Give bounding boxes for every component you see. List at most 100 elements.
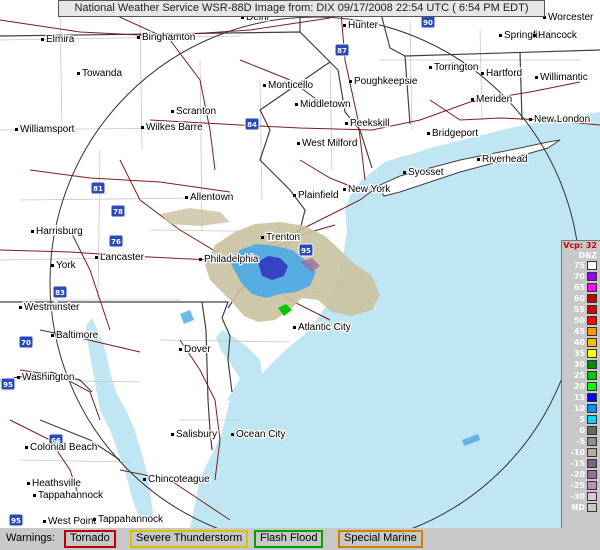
legend-row: 20 xyxy=(562,381,600,392)
city-marker xyxy=(293,194,296,197)
city-label: York xyxy=(56,260,77,271)
city-label: Trenton xyxy=(266,232,300,243)
city-label: Syosset xyxy=(408,167,444,178)
city-marker xyxy=(293,326,296,329)
legend-swatch xyxy=(587,448,597,457)
legend-value: 75 xyxy=(573,261,585,270)
city-marker xyxy=(41,38,44,41)
legend-swatch xyxy=(587,316,597,325)
legend-value: 30 xyxy=(573,360,585,369)
city-marker xyxy=(179,348,182,351)
warning-tornado-button[interactable]: Tornado xyxy=(64,530,116,548)
legend-value: 70 xyxy=(573,272,585,281)
highway-number: 83 xyxy=(55,289,65,297)
city-label: Hancock xyxy=(538,30,578,41)
legend-value: 10 xyxy=(573,404,585,413)
city-marker xyxy=(93,518,96,521)
legend-row: 50 xyxy=(562,315,600,326)
legend-row: 65 xyxy=(562,282,600,293)
legend-value: -10 xyxy=(570,448,585,457)
city-label: Heathsville xyxy=(32,478,81,489)
legend-value: 15 xyxy=(573,393,585,402)
legend-row: 55 xyxy=(562,304,600,315)
city-label: Washington xyxy=(22,372,74,383)
city-label: Peekskill xyxy=(350,118,389,129)
legend-row: -25 xyxy=(562,480,600,491)
highway-number: 95 xyxy=(3,381,13,389)
city-label: Salisbury xyxy=(176,429,217,440)
legend-value: -20 xyxy=(570,470,585,479)
legend-row: -10 xyxy=(562,447,600,458)
legend-rows: 75 70 65 60 55 50 45 40 35 30 25 20 15 10 5 0 -5 -10 -15 -2… xyxy=(562,260,600,513)
legend-swatch xyxy=(587,283,597,292)
city-marker xyxy=(263,84,266,87)
city-label: Colonial Beach xyxy=(30,442,97,453)
city-marker xyxy=(261,236,264,239)
legend-value: -25 xyxy=(570,481,585,490)
city-marker xyxy=(231,433,234,436)
highway-number: 87 xyxy=(337,47,347,55)
warnings-bar: Warnings: Tornado Severe Thunderstorm Flas… xyxy=(0,528,600,550)
legend-row: ND xyxy=(562,502,600,513)
legend-swatch xyxy=(587,360,597,369)
vcp-label: Vcp: 32 xyxy=(563,241,597,250)
legend-value: 40 xyxy=(573,338,585,347)
legend-value: 60 xyxy=(573,294,585,303)
city-marker xyxy=(297,142,300,145)
city-label: Worcester xyxy=(548,12,594,23)
city-label: New London xyxy=(534,114,590,125)
city-label: Lancaster xyxy=(100,252,145,263)
highway-number: 78 xyxy=(113,208,123,216)
legend-value: 50 xyxy=(573,316,585,325)
warning-flash-flood-button[interactable]: Flash Flood xyxy=(254,530,324,548)
city-label: Bridgeport xyxy=(432,128,478,139)
warning-severe-thunderstorm-button[interactable]: Severe Thunderstorm xyxy=(130,530,249,548)
city-marker xyxy=(499,34,502,37)
highway-number: 95 xyxy=(301,247,311,255)
city-label: Willimantic xyxy=(540,72,588,83)
legend-row: 10 xyxy=(562,403,600,414)
legend-swatch xyxy=(587,294,597,303)
radar-map-viewer: 88908784817876837095956695 ElmiraBingham… xyxy=(0,0,600,550)
city-marker xyxy=(481,72,484,75)
legend-swatch xyxy=(587,459,597,468)
highway-number: 95 xyxy=(11,517,21,525)
city-label: Westminster xyxy=(24,302,80,313)
legend-value: -30 xyxy=(570,492,585,501)
warning-special-marine-button[interactable]: Special Marine xyxy=(338,530,423,548)
legend-swatch xyxy=(587,349,597,358)
city-marker xyxy=(349,80,352,83)
legend-value: 20 xyxy=(573,382,585,391)
city-marker xyxy=(403,171,406,174)
city-marker xyxy=(477,158,480,161)
legend-row: 30 xyxy=(562,359,600,370)
city-marker xyxy=(199,258,202,261)
city-label: Harrisburg xyxy=(36,226,83,237)
legend-row: 70 xyxy=(562,271,600,282)
city-label: Scranton xyxy=(176,106,216,117)
city-marker xyxy=(95,256,98,259)
city-marker xyxy=(17,376,20,379)
legend-swatch xyxy=(587,305,597,314)
city-label: Wilkes Barre xyxy=(146,122,203,133)
city-marker xyxy=(529,118,532,121)
dbz-legend: Vcp: 32 DBZ 75 70 65 60 55 50 45 40 35 30 25 20 15 10… xyxy=(561,240,600,545)
legend-row: 45 xyxy=(562,326,600,337)
city-label: New York xyxy=(348,184,391,195)
legend-value: ND xyxy=(571,503,585,512)
city-marker xyxy=(25,446,28,449)
city-label: Hunter xyxy=(348,20,379,31)
city-label: Tappahannock xyxy=(98,514,164,525)
legend-swatch xyxy=(587,338,597,347)
legend-value: 45 xyxy=(573,327,585,336)
city-label: Binghamton xyxy=(142,32,195,43)
city-marker xyxy=(143,478,146,481)
legend-row: 25 xyxy=(562,370,600,381)
legend-row: -20 xyxy=(562,469,600,480)
city-marker xyxy=(171,110,174,113)
city-label: Middletown xyxy=(300,99,351,110)
highway-number: 76 xyxy=(111,238,121,246)
legend-swatch xyxy=(587,327,597,336)
legend-swatch xyxy=(587,393,597,402)
legend-value: 55 xyxy=(573,305,585,314)
